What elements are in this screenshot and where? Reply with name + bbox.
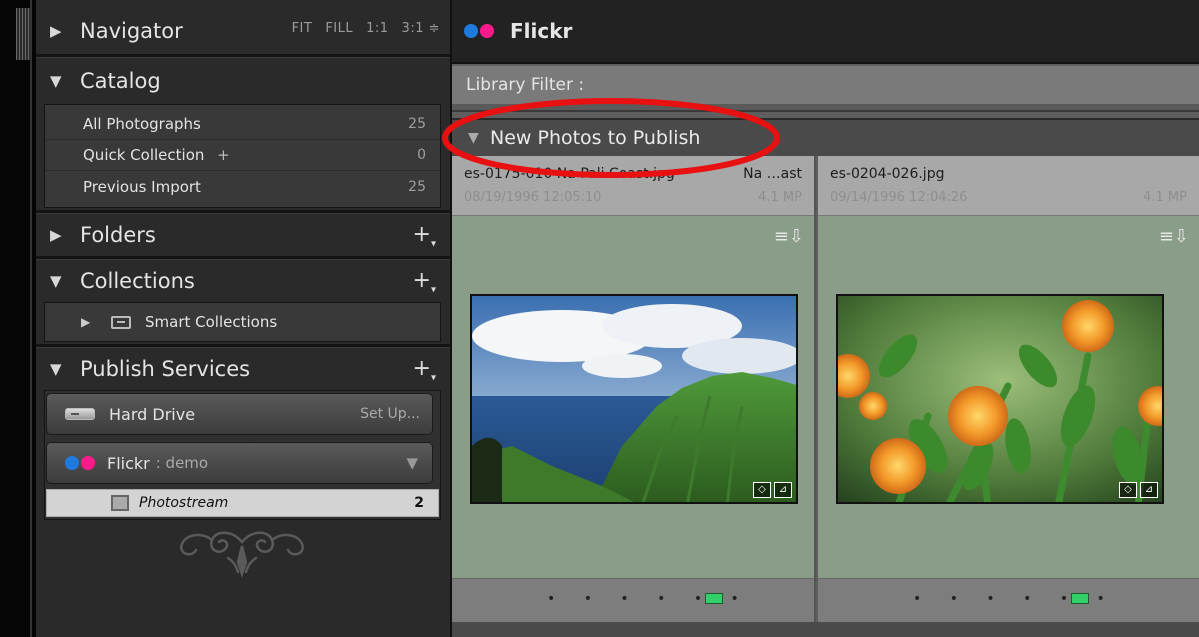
flickr-blue-dot-icon (464, 24, 478, 38)
edge-divider (30, 0, 32, 637)
flickr-account: : demo (155, 454, 209, 472)
zoom-fit[interactable]: FIT (292, 21, 313, 36)
quick-collection-plus: + (217, 146, 230, 164)
catalog-item-quick-collection[interactable]: Quick Collection + 0 (45, 140, 440, 171)
photo-megapixels: 4.1 MP (1143, 190, 1187, 205)
catalog-item-label: All Photographs (83, 115, 201, 133)
photo-date: 09/14/1996 12:04:26 (830, 190, 968, 205)
catalog-item-count: 25 (408, 178, 426, 195)
photostream-count: 2 (414, 495, 424, 511)
catalog-list: All Photographs 25 Quick Collection + 0 … (44, 104, 441, 208)
navigator-title: Navigator (80, 19, 183, 43)
photo-thumbnail[interactable]: ◇ ⊿ (470, 294, 798, 504)
photo-title: Na …ast (743, 166, 802, 182)
expand-triangle-icon: ▶ (50, 22, 62, 40)
publish-services-title: Publish Services (80, 357, 251, 381)
dropdown-triangle-icon[interactable]: ▼ (406, 454, 418, 472)
photo-info: es-0204-026.jpg 09/14/1996 12:04:26 4.1 … (818, 156, 1199, 216)
catalog-item-count: 25 (408, 116, 426, 132)
photo-filename: es-0204-026.jpg (830, 166, 945, 182)
catalog-item-count: 0 (417, 147, 426, 163)
smart-collections-item[interactable]: ▶ Smart Collections (45, 303, 440, 341)
protea-flowers-image (838, 296, 1162, 502)
collapse-triangle-icon: ▼ (50, 72, 62, 90)
flickr-pink-dot-icon (81, 456, 95, 470)
photostream-collection[interactable]: Photostream 2 (46, 489, 439, 517)
collapse-triangle-icon: ▼ (50, 272, 62, 290)
catalog-item-label: Previous Import (83, 177, 201, 196)
left-panel: ▶ Navigator FIT FILL 1:1 3:1 ≑ ▼ Catalog… (36, 0, 450, 637)
published-collection-icon (111, 495, 129, 511)
smart-collections-label: Smart Collections (145, 313, 278, 331)
header-title: Flickr (510, 19, 573, 43)
coast-landscape-image (472, 296, 796, 502)
collections-header[interactable]: ▼ Collections +▾ (36, 258, 450, 304)
crop-adjust-icon[interactable]: ⊿ (1140, 482, 1158, 498)
photo-megapixels: 4.1 MP (758, 190, 802, 205)
collections-title: Collections (80, 269, 195, 293)
photo-thumbnail[interactable]: ◇ ⊿ (836, 294, 1164, 504)
crop-adjust-icon[interactable]: ⊿ (774, 482, 792, 498)
photo-cell[interactable]: es-0204-026.jpg 09/14/1996 12:04:26 4.1 … (818, 156, 1199, 622)
catalog-item-label: Quick Collection (83, 146, 205, 164)
photo-info: es-0175-010 Na Pali Coast.jpg Na …ast 08… (452, 156, 814, 216)
photo-cell-footer: • • • • • • (818, 578, 1199, 622)
keyword-tag-icon[interactable]: ◇ (1119, 482, 1137, 498)
zoom-1-1[interactable]: 1:1 (366, 21, 388, 36)
add-publish-service-icon[interactable]: +▾ (413, 356, 436, 383)
collapse-triangle-icon: ▼ (50, 360, 62, 378)
group-title: New Photos to Publish (490, 127, 701, 149)
expand-triangle-icon: ▶ (81, 315, 91, 329)
color-label-green[interactable] (1071, 593, 1089, 604)
hard-drive-icon (65, 408, 95, 420)
color-label-green[interactable] (705, 593, 723, 604)
folders-header[interactable]: ▶ Folders +▾ (36, 212, 450, 258)
flickr-service[interactable]: Flickr : demo ▼ (46, 442, 433, 484)
zoom-3-1[interactable]: 3:1 ≑ (402, 21, 440, 36)
metadata-badge-icon[interactable]: ≡⇩ (1159, 226, 1189, 247)
thumbnail-badges: ◇ ⊿ (753, 482, 792, 498)
library-filter-label: Library Filter : (466, 75, 585, 95)
new-photos-group-header[interactable]: ▼ New Photos to Publish (452, 118, 1199, 156)
zoom-fill[interactable]: FILL (325, 21, 353, 36)
catalog-item-previous-import[interactable]: Previous Import 25 (45, 171, 440, 202)
add-collection-icon[interactable]: +▾ (413, 268, 436, 295)
folders-title: Folders (80, 223, 156, 247)
window-edge (0, 0, 36, 637)
photo-cell-footer: • • • • • • (452, 578, 814, 622)
main-area: Flickr Library Filter : ▼ New Photos to … (450, 0, 1199, 637)
flickr-pink-dot-icon (480, 24, 494, 38)
expand-triangle-icon: ▶ (50, 226, 62, 244)
library-filter-bar[interactable]: Library Filter : (452, 66, 1199, 112)
keyword-tag-icon[interactable]: ◇ (753, 482, 771, 498)
catalog-item-all-photographs[interactable]: All Photographs 25 (45, 109, 440, 140)
add-folder-icon[interactable]: +▾ (413, 222, 436, 249)
navigator-zoom-options: FIT FILL 1:1 3:1 ≑ (292, 21, 440, 36)
catalog-header[interactable]: ▼ Catalog (36, 58, 450, 104)
hard-drive-service[interactable]: Hard Drive Set Up... (46, 393, 433, 435)
thumbnail-badges: ◇ ⊿ (1119, 482, 1158, 498)
photo-filename: es-0175-010 Na Pali Coast.jpg (464, 166, 675, 182)
collapse-triangle-icon: ▼ (468, 130, 479, 146)
photo-date: 08/19/1996 12:05:10 (464, 190, 602, 205)
hard-drive-label: Hard Drive (109, 404, 196, 424)
publish-service-header: Flickr (452, 0, 1199, 64)
publish-services-header[interactable]: ▼ Publish Services +▾ (36, 346, 450, 392)
flickr-label: Flickr (107, 453, 150, 473)
photo-cell[interactable]: es-0175-010 Na Pali Coast.jpg Na …ast 08… (452, 156, 816, 622)
flickr-blue-dot-icon (65, 456, 79, 470)
set-up-button[interactable]: Set Up... (360, 406, 420, 422)
navigator-header[interactable]: ▶ Navigator FIT FILL 1:1 3:1 ≑ (36, 8, 450, 54)
catalog-title: Catalog (80, 69, 161, 93)
panel-end-ornament-icon (180, 531, 304, 578)
photostream-label: Photostream (139, 495, 229, 511)
collection-set-icon (111, 315, 131, 329)
collections-list: ▶ Smart Collections (44, 302, 441, 342)
metadata-badge-icon[interactable]: ≡⇩ (774, 226, 804, 247)
grid-bottom-strip (452, 622, 1199, 637)
